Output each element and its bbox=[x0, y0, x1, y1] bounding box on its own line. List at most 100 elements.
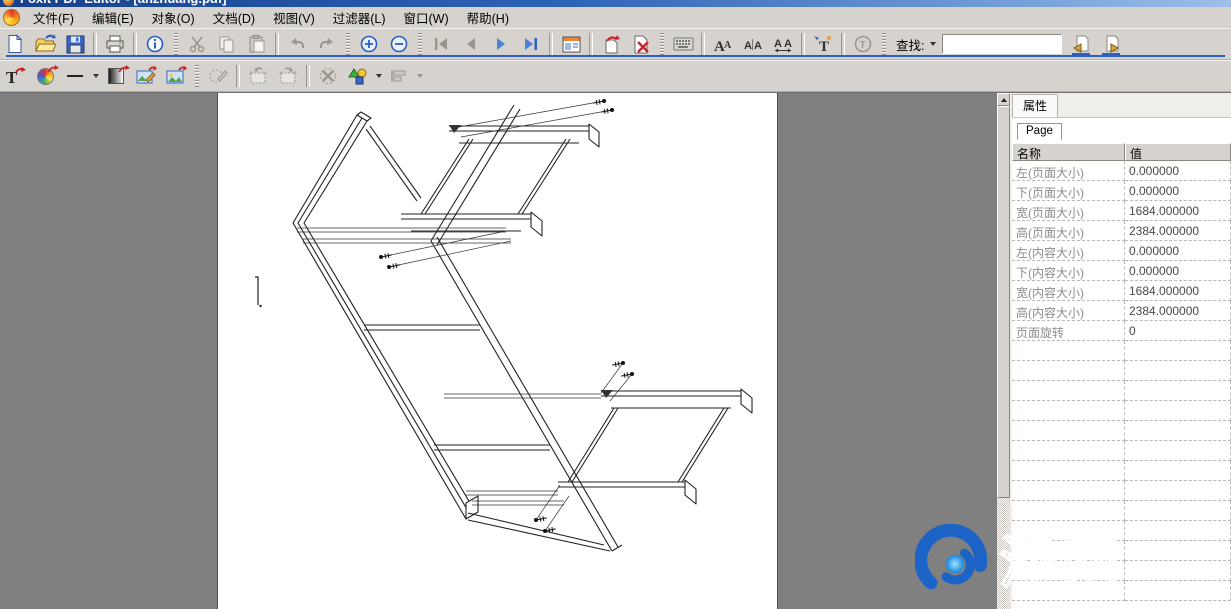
find-dropdown-button[interactable] bbox=[927, 31, 938, 57]
delete-page-button[interactable] bbox=[626, 31, 656, 57]
horizontal-scale-button[interactable]: A A bbox=[768, 31, 798, 57]
letter-spacing-icon: A A bbox=[743, 36, 763, 53]
find-input[interactable] bbox=[942, 34, 1062, 54]
zoom-out-button[interactable] bbox=[384, 31, 414, 57]
menu-bar: 文件(F)编辑(E)对象(O)文档(D)视图(V)过滤器(L)窗口(W)帮助(H… bbox=[0, 7, 1231, 29]
toolbar-grip[interactable] bbox=[195, 65, 199, 87]
property-row[interactable]: 下(页面大小) 0.000000 bbox=[1012, 181, 1231, 201]
separator bbox=[701, 33, 705, 55]
property-row[interactable]: 宽(页面大小) 1684.000000 bbox=[1012, 201, 1231, 221]
align-button bbox=[384, 63, 414, 89]
scrollbar-thumb[interactable] bbox=[997, 106, 1010, 498]
property-row[interactable]: 高(页面大小) 2384.000000 bbox=[1012, 221, 1231, 241]
menu-item[interactable]: 编辑(E) bbox=[83, 6, 143, 30]
toolbar-grip[interactable] bbox=[882, 33, 886, 55]
letter-spacing-button[interactable]: A A bbox=[738, 31, 768, 57]
svg-text:A: A bbox=[724, 40, 732, 51]
line-dropdown-button[interactable] bbox=[90, 63, 101, 89]
property-row-empty bbox=[1012, 461, 1231, 481]
menu-item[interactable]: 对象(O) bbox=[143, 6, 204, 30]
property-row[interactable]: 高(内容大小) 2384.000000 bbox=[1012, 301, 1231, 321]
toolbar-grip[interactable] bbox=[418, 33, 422, 55]
line-icon bbox=[66, 73, 84, 79]
chevron-down-icon bbox=[376, 74, 382, 78]
svg-text:T: T bbox=[819, 39, 829, 54]
property-row-empty bbox=[1012, 541, 1231, 561]
next-page-icon bbox=[494, 37, 508, 51]
shapes-dropdown-button[interactable] bbox=[373, 63, 384, 89]
save-button[interactable] bbox=[60, 31, 90, 57]
zoom-in-icon bbox=[360, 35, 378, 53]
last-page-icon bbox=[523, 37, 539, 51]
property-row-empty bbox=[1012, 401, 1231, 421]
menu-item[interactable]: 文件(F) bbox=[24, 6, 83, 30]
add-text-button[interactable]: T bbox=[0, 63, 30, 89]
edit-image-button[interactable] bbox=[131, 63, 161, 89]
zoom-in-button[interactable] bbox=[354, 31, 384, 57]
print-button[interactable] bbox=[100, 31, 130, 57]
first-page-button bbox=[426, 31, 456, 57]
column-header-name: 名称 bbox=[1012, 143, 1125, 161]
rotate-left-icon bbox=[248, 67, 269, 85]
property-row[interactable]: 左(页面大小) 0.000000 bbox=[1012, 161, 1231, 181]
menu-item[interactable]: 过滤器(L) bbox=[324, 6, 395, 30]
new-button[interactable] bbox=[0, 31, 30, 57]
keyboard-button[interactable] bbox=[668, 31, 698, 57]
new-document-icon bbox=[5, 34, 25, 54]
find-next-icon bbox=[1102, 35, 1120, 53]
select-pen-button bbox=[203, 63, 233, 89]
column-header-value: 值 bbox=[1125, 143, 1231, 161]
vertical-scrollbar[interactable] bbox=[997, 93, 1010, 609]
font-icon: A A bbox=[713, 36, 733, 53]
tab-page[interactable]: Page bbox=[1017, 123, 1062, 140]
scroll-up-button[interactable] bbox=[997, 93, 1010, 106]
shapes-button[interactable] bbox=[343, 63, 373, 89]
info-icon bbox=[146, 35, 164, 53]
last-page-button[interactable] bbox=[516, 31, 546, 57]
menu-item[interactable]: 帮助(H) bbox=[458, 6, 518, 30]
text-cursor-mark bbox=[255, 277, 262, 307]
page-layout-button[interactable] bbox=[556, 31, 586, 57]
open-button[interactable] bbox=[30, 31, 60, 57]
font-button[interactable]: A A bbox=[708, 31, 738, 57]
add-image-button[interactable] bbox=[161, 63, 191, 89]
toolbar-standard: A A A A A A T T 查找: bbox=[0, 28, 1231, 60]
menu-item[interactable]: 文档(D) bbox=[204, 6, 264, 30]
toolbar-grip[interactable] bbox=[346, 33, 350, 55]
rotate-page-button[interactable] bbox=[596, 31, 626, 57]
property-row[interactable]: 下(内容大小) 0.000000 bbox=[1012, 261, 1231, 281]
property-row[interactable]: 宽(内容大小) 1684.000000 bbox=[1012, 281, 1231, 301]
rotate-selection-right-button bbox=[273, 63, 303, 89]
add-shading-button[interactable] bbox=[101, 63, 131, 89]
align-dropdown-button bbox=[414, 63, 425, 89]
pdf-page[interactable] bbox=[217, 93, 778, 609]
property-row-empty bbox=[1012, 421, 1231, 441]
grid-header: 名称 值 bbox=[1012, 143, 1231, 161]
add-color-button[interactable] bbox=[30, 63, 60, 89]
property-row[interactable]: 左(内容大小) 0.000000 bbox=[1012, 241, 1231, 261]
property-row[interactable]: 页面旋转 0 bbox=[1012, 321, 1231, 341]
insert-text-button[interactable]: T bbox=[808, 31, 838, 57]
toolbar-grip[interactable] bbox=[174, 33, 178, 55]
property-row-empty bbox=[1012, 381, 1231, 401]
insert-text-icon: T bbox=[813, 35, 833, 54]
separator bbox=[93, 33, 97, 55]
svg-text:A: A bbox=[754, 40, 762, 52]
separator bbox=[801, 33, 805, 55]
add-line-button[interactable] bbox=[60, 63, 90, 89]
info-button[interactable] bbox=[140, 31, 170, 57]
page-tab-row: Page bbox=[1012, 118, 1231, 139]
undo-button bbox=[282, 31, 312, 57]
tab-properties[interactable]: 属性 bbox=[1012, 94, 1058, 117]
menu-item[interactable]: 窗口(W) bbox=[395, 6, 458, 30]
document-icon bbox=[3, 9, 20, 26]
separator bbox=[549, 33, 553, 55]
separator bbox=[236, 65, 240, 87]
toolbar-grip[interactable] bbox=[660, 33, 664, 55]
svg-text:A: A bbox=[744, 40, 752, 52]
menu-item[interactable]: 视图(V) bbox=[264, 6, 324, 30]
find-next-button[interactable] bbox=[1096, 31, 1126, 57]
next-page-button[interactable] bbox=[486, 31, 516, 57]
find-prev-button[interactable] bbox=[1066, 31, 1096, 57]
circled-text-icon: T bbox=[854, 35, 872, 53]
